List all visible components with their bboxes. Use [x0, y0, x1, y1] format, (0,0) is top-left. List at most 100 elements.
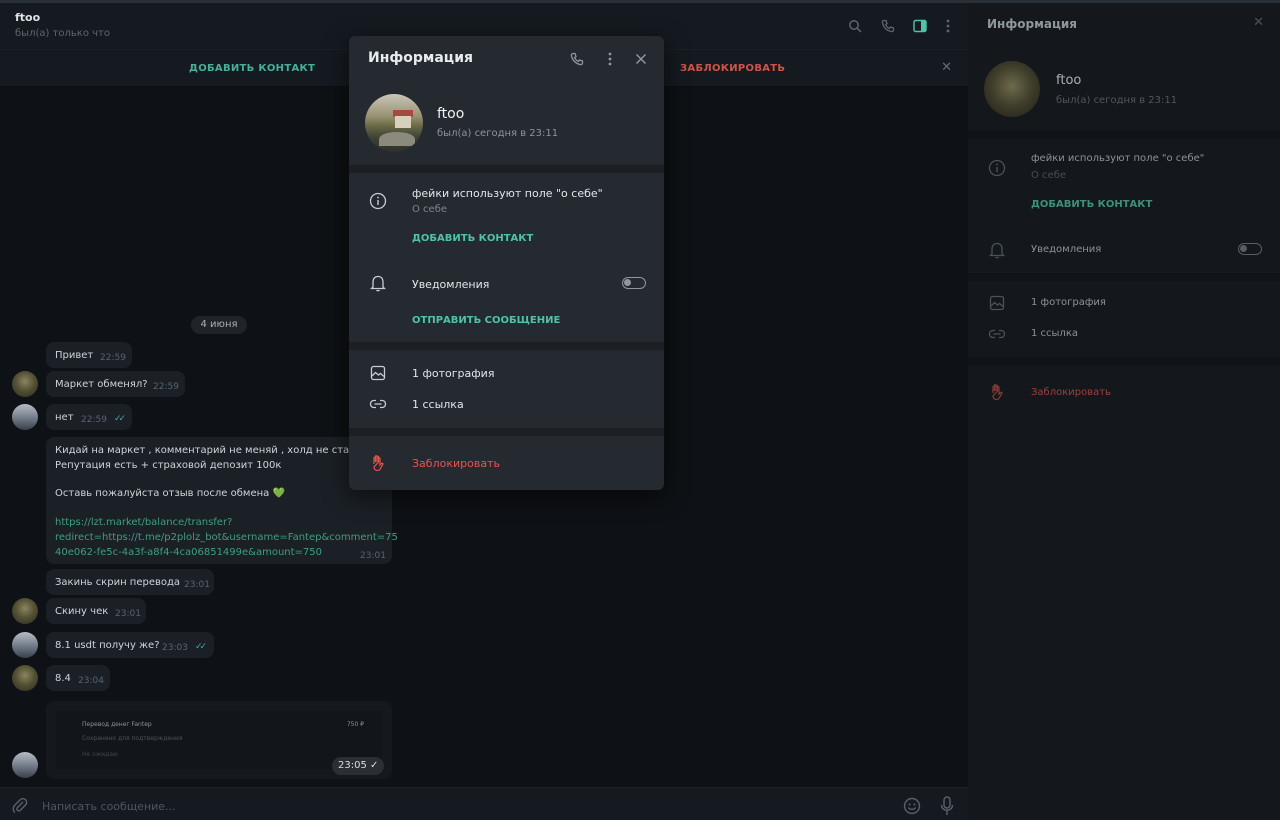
- links-link[interactable]: 1 ссылка: [1031, 328, 1078, 339]
- close-icon[interactable]: ✕: [941, 60, 952, 75]
- message-time: 23:01: [360, 551, 386, 561]
- message-line: Оставь пожалуйста отзыв после обмена 💚: [55, 488, 285, 499]
- avatar-detail: [395, 116, 411, 128]
- bio-label: О себе: [1031, 170, 1067, 181]
- message-time: 23:05 ✓: [332, 757, 385, 775]
- avatar[interactable]: [12, 632, 38, 658]
- phone-icon[interactable]: [879, 17, 897, 35]
- block-button[interactable]: Заблокировать: [1031, 387, 1111, 398]
- notifications-label: Уведомления: [1031, 244, 1102, 255]
- section-divider: [968, 131, 1280, 139]
- message-link[interactable]: https://lzt.market/balance/transfer?: [55, 517, 232, 528]
- telegram-desktop-window: ftoo был(а) только что ДОБАВИТЬ КОНТАКТ …: [0, 0, 1280, 820]
- message-link[interactable]: 40e062-fe5c-4a3f-a8f4-4ca06851499e&amoun…: [55, 547, 322, 558]
- info-icon: [988, 159, 1006, 177]
- links-link[interactable]: 1 ссылка: [412, 398, 464, 411]
- more-vertical-icon[interactable]: [601, 50, 619, 68]
- avatar[interactable]: [12, 404, 38, 430]
- message-text: Скину чек: [55, 606, 109, 617]
- avatar[interactable]: [365, 94, 423, 152]
- notifications-toggle[interactable]: [622, 277, 646, 289]
- sidebar-toggle-icon[interactable]: [911, 17, 929, 35]
- message-text: 8.1 usdt получу же?: [55, 640, 160, 651]
- message-bubble[interactable]: Маркет обменял? 22:59: [46, 371, 185, 397]
- forwarded-screenshot[interactable]: Перевод денег Fantep Сохранено для подтв…: [46, 701, 392, 779]
- bio-label: О себе: [412, 204, 448, 215]
- block-user-button[interactable]: ЗАБЛОКИРОВАТЬ: [680, 63, 785, 74]
- message-text: Закинь скрин перевода: [55, 577, 181, 588]
- message-bubble[interactable]: 8.1 usdt получу же? 23:03 ✓✓: [46, 632, 214, 658]
- profile-status: был(а) сегодня в 23:11: [1056, 95, 1178, 106]
- toggle-knob: [624, 279, 631, 286]
- notifications-toggle[interactable]: [1238, 243, 1262, 255]
- profile-name: ftoo: [1056, 73, 1082, 88]
- link-icon: [369, 395, 387, 413]
- message-time: 22:59: [81, 415, 107, 425]
- message-text: Привет: [55, 350, 94, 361]
- avatar[interactable]: [984, 61, 1040, 117]
- read-checkmarks-icon: ✓✓: [114, 414, 126, 424]
- avatar[interactable]: [12, 598, 38, 624]
- mic-icon[interactable]: [940, 796, 954, 820]
- add-contact-button[interactable]: ДОБАВИТЬ КОНТАКТ: [1031, 199, 1152, 210]
- date-separator: 4 июня: [191, 316, 247, 334]
- close-icon[interactable]: [632, 50, 650, 68]
- message-time: 22:59: [100, 353, 126, 363]
- message-text: 8.4: [55, 673, 71, 684]
- message-bubble[interactable]: Закинь скрин перевода 23:01: [46, 569, 214, 595]
- bell-icon: [988, 241, 1006, 259]
- emoji-icon[interactable]: [903, 797, 921, 819]
- more-vertical-icon[interactable]: [939, 17, 957, 35]
- message-line: Репутация есть + страховой депозит 100к: [55, 460, 282, 471]
- attach-icon[interactable]: [12, 797, 28, 819]
- profile-status: был(а) сегодня в 23:11: [437, 128, 559, 139]
- message-bubble-long[interactable]: Кидай на маркет , комментарий не меняй ,…: [46, 437, 398, 564]
- link-icon: [988, 325, 1006, 343]
- section-divider: [968, 357, 1280, 365]
- photo-icon: [369, 364, 387, 382]
- info-dialog: Информация ftoo был(а) сегодня в 23:11 ф…: [349, 36, 664, 490]
- chat-status: был(а) только что: [15, 28, 110, 39]
- add-contact-button[interactable]: ДОБАВИТЬ КОНТАКТ: [412, 233, 533, 244]
- message-time: 22:59: [153, 382, 179, 392]
- message-bubble[interactable]: нет 22:59 ✓✓: [46, 404, 132, 430]
- avatar[interactable]: [12, 371, 38, 397]
- chat-title[interactable]: ftoo: [15, 11, 40, 24]
- preview-price: 750 ₽: [346, 721, 364, 728]
- read-checkmarks-icon: ✓✓: [195, 642, 207, 652]
- block-button[interactable]: Заблокировать: [412, 457, 500, 470]
- dialog-title: Информация: [368, 50, 473, 66]
- message-link[interactable]: redirect=https://t.me/p2plolz_bot&userna…: [55, 532, 398, 543]
- profile-name: ftoo: [437, 106, 465, 122]
- info-side-panel: Информация ✕ ftoo был(а) сегодня в 23:11…: [968, 3, 1280, 820]
- message-composer: Написать сообщение...: [0, 787, 968, 820]
- photos-link[interactable]: 1 фотография: [412, 367, 494, 380]
- add-contact-button[interactable]: ДОБАВИТЬ КОНТАКТ: [189, 63, 315, 74]
- preview-subtitle: Не ожидаю: [82, 751, 118, 758]
- message-input[interactable]: Написать сообщение...: [42, 800, 176, 813]
- bio-text: фейки используют поле "о себе": [1031, 153, 1205, 164]
- panel-title: Информация: [987, 17, 1077, 31]
- phone-icon[interactable]: [568, 50, 586, 68]
- message-line: Кидай на маркет , комментарий не меняй ,…: [55, 445, 365, 456]
- message-time: 23:01: [115, 609, 141, 619]
- section-divider: [968, 273, 1280, 281]
- message-bubble[interactable]: 8.4 23:04: [46, 665, 110, 691]
- search-icon[interactable]: [846, 17, 864, 35]
- preview-subtitle: Сохранено для подтверждения: [82, 735, 183, 742]
- avatar[interactable]: [12, 665, 38, 691]
- section-divider: [349, 165, 664, 173]
- photo-icon: [988, 294, 1006, 312]
- hand-block-icon: [988, 383, 1006, 401]
- message-text: нет: [55, 412, 74, 423]
- close-icon[interactable]: ✕: [1253, 15, 1264, 30]
- message-bubble[interactable]: Скину чек 23:01: [46, 598, 146, 624]
- photos-link[interactable]: 1 фотография: [1031, 297, 1106, 308]
- section-divider: [349, 342, 664, 350]
- avatar[interactable]: [12, 752, 38, 778]
- preview-title: Перевод денег Fantep: [82, 721, 152, 728]
- message-bubble[interactable]: Привет 22:59: [46, 342, 132, 368]
- notifications-label: Уведомления: [412, 278, 490, 291]
- message-text: Маркет обменял?: [55, 379, 148, 390]
- send-message-button[interactable]: ОТПРАВИТЬ СООБЩЕНИЕ: [412, 315, 560, 326]
